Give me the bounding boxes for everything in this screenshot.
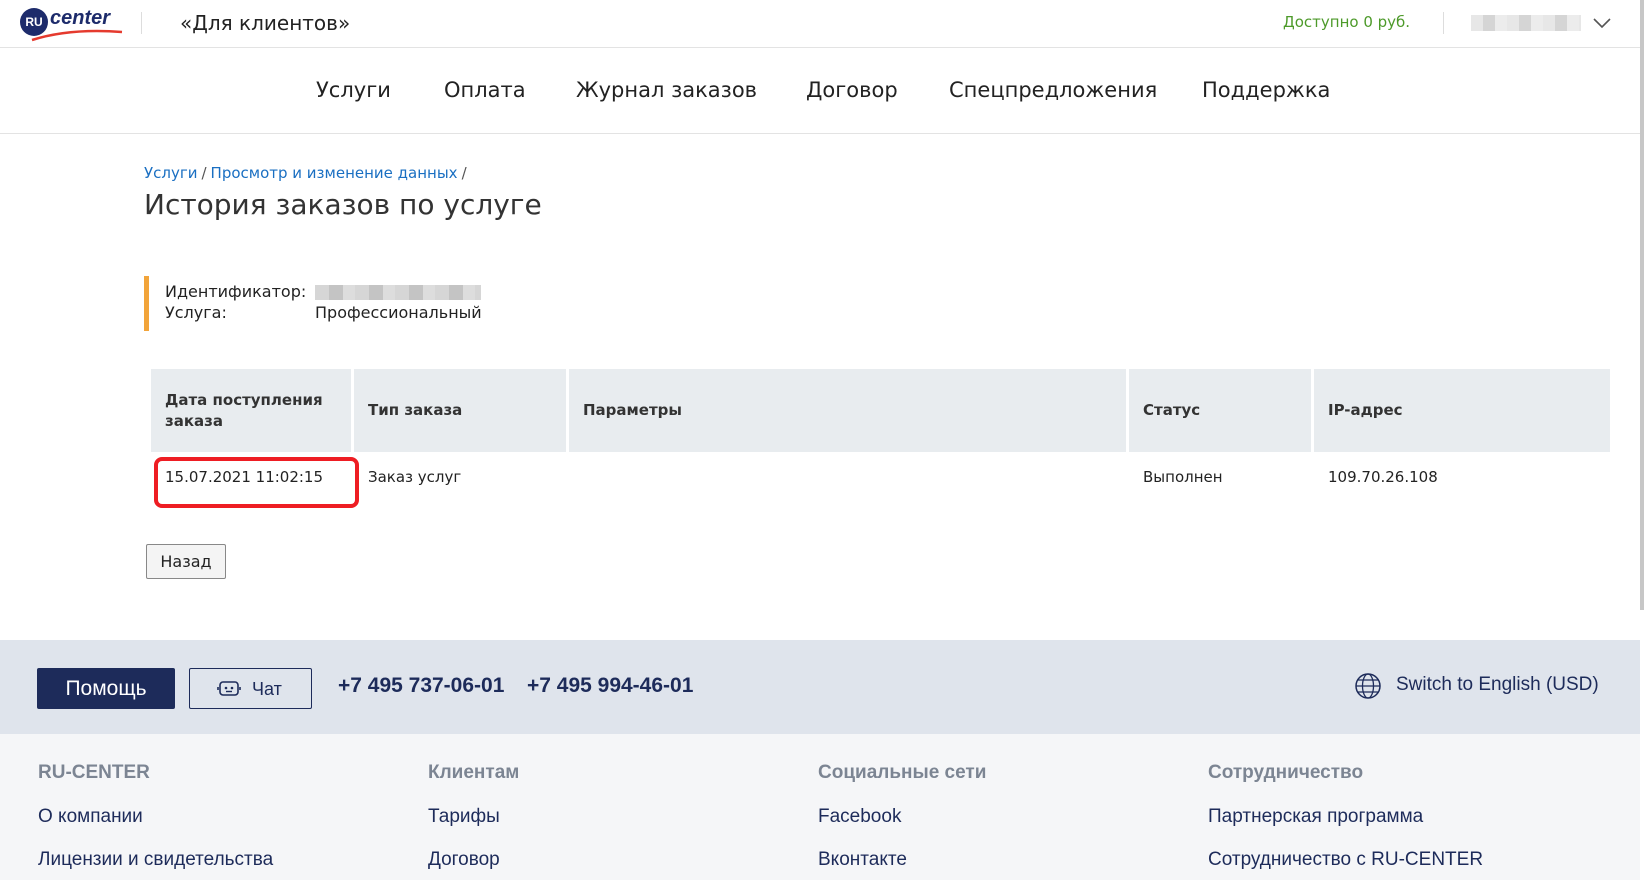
cell-ip: 109.70.26.108 [1328,468,1438,486]
footer-col-partnership: Сотрудничество Партнерская программа Сот… [1208,762,1483,880]
footer-link[interactable]: О компании [38,806,273,828]
breadcrumb-separator: / [201,164,207,182]
help-bar: Помощь Чат +7 495 737-06-01 +7 495 994-4… [0,640,1640,734]
nav-item-contract[interactable]: Договор [806,78,898,102]
globe-icon [1355,673,1381,699]
breadcrumb-separator: / [461,164,467,182]
back-button[interactable]: Назад [146,544,226,579]
main-nav: Услуги Оплата Журнал заказов Договор Спе… [0,48,1640,134]
divider [1443,12,1444,34]
page-title: История заказов по услуге [144,188,542,221]
nav-item-support[interactable]: Поддержка [1202,78,1330,102]
ru-center-logo[interactable]: RU center [20,4,123,44]
nav-item-special-offers[interactable]: Спецпредложения [949,78,1157,102]
footer-link[interactable]: Договор [428,849,519,871]
footer-col-title: Сотрудничество [1208,762,1364,783]
column-status: Статус [1129,369,1311,452]
balance-link[interactable]: Доступно 0 руб. [1283,13,1410,31]
account-name-redacted[interactable] [1471,15,1581,31]
footer: RU-CENTER О компании Лицензии и свидетел… [0,734,1640,880]
service-label: Услуга: [165,303,227,322]
id-value-redacted [315,285,481,300]
id-label: Идентификатор: [165,282,307,301]
divider [141,12,142,34]
footer-link[interactable]: Facebook [818,806,986,828]
portal-title: «Для клиентов» [180,11,351,35]
nav-item-orders-log[interactable]: Журнал заказов [576,78,757,102]
language-switch-label: Switch to English (USD) [1396,674,1599,695]
help-button[interactable]: Помощь [37,668,175,709]
column-type: Тип заказа [354,369,566,452]
cell-status: Выполнен [1143,468,1223,486]
breadcrumb-view-edit[interactable]: Просмотр и изменение данных [211,164,458,182]
column-date: Дата поступления заказа [151,369,351,452]
scrollbar[interactable] [1640,0,1644,610]
top-bar: RU center «Для клиентов» Доступно 0 руб. [0,0,1640,48]
footer-col-title: Клиентам [428,762,520,783]
phone-link-2[interactable]: +7 495 994-46-01 [527,674,693,698]
service-info: Идентификатор: Услуга: Профессиональный [144,276,482,331]
footer-link[interactable]: Сотрудничество с RU-CENTER [1208,849,1483,871]
phone-link-1[interactable]: +7 495 737-06-01 [338,674,504,698]
chat-label: Чат [252,679,282,699]
footer-col-social: Социальные сети Facebook Вконтакте [818,762,986,880]
footer-link[interactable]: Партнерская программа [1208,806,1483,828]
footer-link[interactable]: Лицензии и свидетельства [38,849,273,871]
cell-type: Заказ услуг [368,468,462,486]
nav-item-services[interactable]: Услуги [316,78,391,102]
nav-item-payment[interactable]: Оплата [444,78,526,102]
footer-col-title: RU-CENTER [38,762,150,783]
chevron-down-icon[interactable] [1591,12,1613,34]
footer-link[interactable]: Вконтакте [818,849,986,871]
cell-params [569,452,1126,502]
table-header-row: Дата поступления заказа Тип заказа Парам… [151,369,1610,452]
breadcrumb: Услуги / Просмотр и изменение данных / [144,164,471,182]
footer-link[interactable]: Тарифы [428,806,519,828]
footer-col-title: Социальные сети [818,762,987,783]
orders-table: Дата поступления заказа Тип заказа Парам… [148,369,1613,502]
footer-col-rucenter: RU-CENTER О компании Лицензии и свидетел… [38,762,273,880]
column-params: Параметры [569,369,1126,452]
chat-bot-icon [217,681,241,696]
logo-wordmark: center [50,7,111,29]
table-row: 15.07.2021 11:02:15 Заказ услуг Выполнен… [151,452,1610,502]
column-ip: IP-адрес [1314,369,1610,452]
chat-button[interactable]: Чат [189,668,312,709]
service-value: Профессиональный [315,303,482,322]
highlight-box [154,457,359,508]
footer-col-clients: Клиентам Тарифы Договор [428,762,519,880]
logo-swoosh-icon [31,29,123,42]
breadcrumb-services[interactable]: Услуги [144,164,197,182]
